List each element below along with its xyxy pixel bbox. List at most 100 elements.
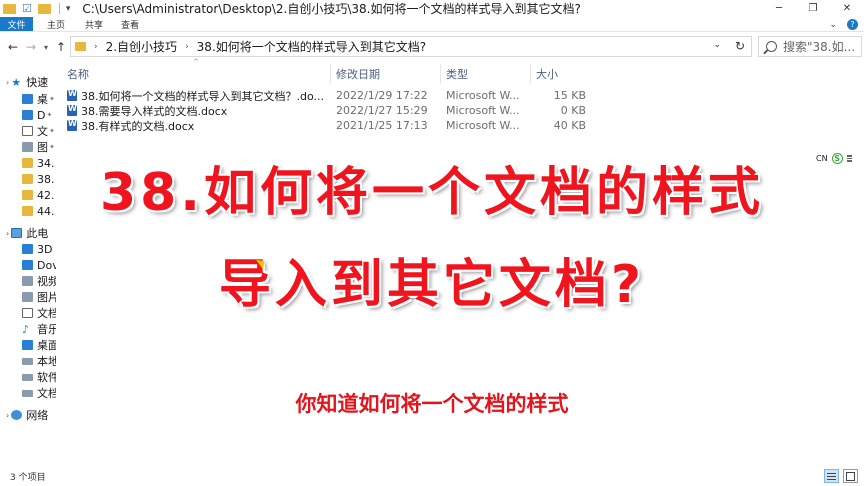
file-row[interactable]: 38.有样式的文档.docx 2021/1/25 17:13 Microsoft… xyxy=(64,118,590,133)
video-subtitle: 你知道如何将一个文档的样式 xyxy=(295,392,569,416)
column-divider[interactable] xyxy=(530,64,531,84)
expand-ribbon-icon[interactable]: ⌄ xyxy=(829,20,837,30)
address-row: ← → ▾ ↑ › 2.自创小技巧 › 38.如何将一个文档的样式导入到其它文档… xyxy=(0,33,864,61)
nav-music[interactable]: ♪ 音乐 xyxy=(22,321,56,337)
view-switcher xyxy=(824,469,858,483)
file-name: 38.有样式的文档.docx xyxy=(81,119,195,133)
nav-downloads-pinned[interactable]: D ✦ xyxy=(22,107,52,123)
search-box[interactable]: 搜索"38.如... xyxy=(758,36,862,57)
properties-check-icon[interactable]: ☑ xyxy=(22,2,32,15)
pin-icon: ✦ xyxy=(49,127,55,135)
up-button[interactable]: ↑ xyxy=(52,38,70,56)
breadcrumb-separator-icon[interactable]: › xyxy=(185,42,189,52)
video-caption-line-1: 38.如何将一个文档的样式 xyxy=(99,163,765,223)
window-title: C:\Users\Administrator\Desktop\2.自创小技巧\3… xyxy=(82,2,581,16)
column-divider[interactable] xyxy=(330,64,331,84)
nav-software-disk[interactable]: 软件 xyxy=(22,369,56,385)
file-size: 15 KB xyxy=(553,89,586,102)
pc-icon xyxy=(11,228,23,238)
column-header-name[interactable]: 名称 xyxy=(67,64,329,84)
nav-documents-pinned[interactable]: 文 ✦ xyxy=(22,123,55,139)
restore-icon: ❐ xyxy=(808,3,818,14)
back-button[interactable]: ← xyxy=(4,38,22,56)
drive-icon xyxy=(22,357,33,365)
ribbon-tabs: 文件 主页 共享 查看 ⌄ ? xyxy=(0,17,864,32)
file-name: 38.需要导入样式的文档.docx xyxy=(81,104,228,118)
arrow-up-icon: ↑ xyxy=(55,40,67,54)
nav-label: 文 xyxy=(37,125,48,138)
column-header-size[interactable]: 大小 xyxy=(536,64,592,84)
file-row[interactable]: 38.需要导入样式的文档.docx 2022/1/27 15:29 Micros… xyxy=(64,103,590,118)
close-button[interactable]: ✕ xyxy=(830,0,864,17)
folder-icon xyxy=(75,42,86,51)
file-date: 2022/1/29 17:22 xyxy=(336,89,428,102)
nav-local-disk[interactable]: 本地 xyxy=(22,353,56,369)
file-date: 2022/1/27 15:29 xyxy=(336,104,428,117)
word-document-icon xyxy=(67,119,77,131)
nav-label: 桌面 xyxy=(37,339,56,352)
address-dropdown-icon[interactable]: ⌄ xyxy=(713,40,721,50)
file-size: 40 KB xyxy=(553,119,586,132)
nav-desktop[interactable]: 桌面 xyxy=(22,337,56,353)
recent-locations-button[interactable]: ▾ xyxy=(40,38,52,56)
divider xyxy=(58,3,60,14)
title-bar: ☑ ▾ C:\Users\Administrator\Desktop\2.自创小… xyxy=(0,0,864,17)
refresh-icon[interactable]: ↻ xyxy=(735,39,745,53)
pin-icon: ✦ xyxy=(46,111,53,119)
chevron-down-icon: ▾ xyxy=(43,42,48,52)
desktop-icon xyxy=(22,94,33,104)
minimize-icon: ─ xyxy=(775,3,783,14)
nav-desktop-pinned[interactable]: 桌 ✦ xyxy=(22,91,55,107)
desktop-icon xyxy=(22,340,33,350)
tab-view[interactable]: 查看 xyxy=(109,17,151,31)
new-folder-icon[interactable] xyxy=(37,3,51,14)
file-name: 38.如何将一个文档的样式导入到其它文档？.do... xyxy=(81,89,324,103)
details-view-button[interactable] xyxy=(824,469,839,483)
video-caption-line-2: 导入到其它文档? xyxy=(218,255,646,315)
file-row[interactable]: 38.如何将一个文档的样式导入到其它文档？.do... 2022/1/29 17… xyxy=(64,88,590,103)
tab-home[interactable]: 主页 xyxy=(33,17,79,31)
nav-label: 音乐 xyxy=(37,323,56,336)
column-header-date[interactable]: 修改日期 xyxy=(336,64,440,84)
help-icon[interactable]: ? xyxy=(847,19,858,30)
minimize-button[interactable]: ─ xyxy=(762,0,796,17)
nav-label: 桌 xyxy=(37,93,48,106)
window-controls: ─ ❐ ✕ xyxy=(762,0,864,17)
breadcrumb-item[interactable]: 2.自创小技巧 xyxy=(106,38,177,55)
column-header-type[interactable]: 类型 xyxy=(446,64,530,84)
details-view-icon xyxy=(827,472,836,480)
file-type: Microsoft W... xyxy=(446,104,520,117)
large-icons-view-button[interactable] xyxy=(843,469,858,483)
maximize-button[interactable]: ❐ xyxy=(796,0,830,17)
file-date: 2021/1/25 17:13 xyxy=(336,119,428,132)
word-document-icon xyxy=(67,89,77,101)
customize-quick-access-icon[interactable]: ▾ xyxy=(66,4,71,14)
word-document-icon xyxy=(67,104,77,116)
nav-label: D xyxy=(37,108,46,122)
address-bar[interactable]: › 2.自创小技巧 › 38.如何将一个文档的样式导入到其它文档? ⌄ ↻ xyxy=(70,36,752,57)
music-icon: ♪ xyxy=(22,322,30,336)
arrow-left-icon: ← xyxy=(7,40,19,54)
breadcrumb-item[interactable]: 38.如何将一个文档的样式导入到其它文档? xyxy=(197,38,426,55)
column-divider[interactable] xyxy=(440,64,441,84)
breadcrumb-separator-icon[interactable]: › xyxy=(94,42,98,52)
close-icon: ✕ xyxy=(842,3,852,14)
ribbon-right: ⌄ ? xyxy=(829,17,858,32)
nav-quick-access[interactable]: › ★ 快速 xyxy=(6,74,48,90)
status-bar: 3 个项目 xyxy=(0,466,864,486)
nav-label: 此电 xyxy=(26,227,49,240)
star-icon: ★ xyxy=(11,75,22,89)
nav-label: 软件 xyxy=(37,371,56,384)
forward-button[interactable]: → xyxy=(22,38,40,56)
arrow-right-icon: → xyxy=(25,40,37,54)
pin-icon: ✦ xyxy=(49,95,55,103)
drive-icon xyxy=(22,373,33,381)
nav-this-pc[interactable]: › 此电 xyxy=(6,225,48,241)
document-icon xyxy=(22,126,33,136)
download-icon xyxy=(22,110,33,120)
tab-file[interactable]: 文件 xyxy=(0,17,33,31)
tab-share[interactable]: 共享 xyxy=(79,17,109,31)
nav-label: 本地 xyxy=(37,355,56,368)
search-input[interactable]: 搜索"38.如... xyxy=(783,38,855,55)
search-icon xyxy=(766,41,777,52)
